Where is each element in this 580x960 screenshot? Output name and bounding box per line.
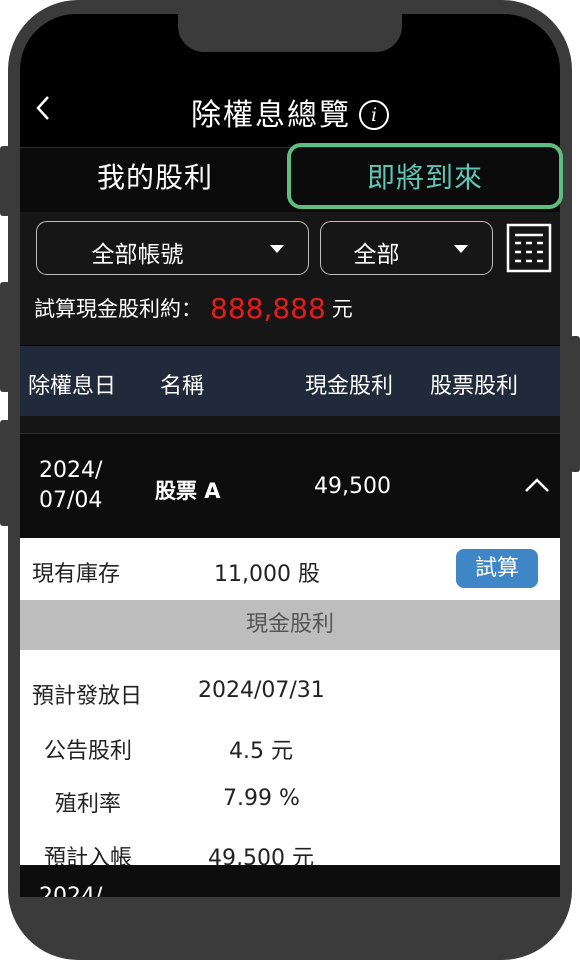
highlight-box <box>287 143 563 209</box>
notch <box>178 14 402 52</box>
detail-value-yield: 7.99 % <box>223 786 300 811</box>
estimate-label: 試算現金股利約： <box>34 297 202 321</box>
tab-my-dividends[interactable]: 我的股利 <box>20 148 290 212</box>
account-select[interactable]: 全部帳號 <box>36 221 309 275</box>
column-header-name: 名稱 <box>160 374 205 399</box>
page-title: 除權息總覽 i <box>20 90 560 134</box>
row-cash-dividend: 49,500 <box>314 474 391 499</box>
type-select[interactable]: 全部 <box>320 221 493 275</box>
page-title-text: 除權息總覽 <box>191 98 351 133</box>
side-button <box>0 146 10 216</box>
detail-label-yield: 殖利率 <box>55 792 122 817</box>
divider <box>20 416 560 434</box>
row-ex-date: 2024/ <box>39 884 103 897</box>
row-date-line: 07/04 <box>39 488 103 513</box>
title-bar: 除權息總覽 i <box>20 84 560 134</box>
calculate-button[interactable]: 試算 <box>456 549 538 588</box>
row-stock-name: 股票 A <box>155 479 221 503</box>
estimate-unit: 元 <box>331 297 353 321</box>
caret-down-icon <box>270 245 284 253</box>
power-button <box>570 336 580 472</box>
holding-value: 11,000 股 <box>214 562 320 587</box>
calculator-icon[interactable] <box>506 223 552 273</box>
table-row[interactable]: 2024/ <box>20 865 560 897</box>
column-header-ex-date: 除權息日 <box>28 374 117 399</box>
table-row[interactable]: 2024/ 07/04 股票 A 49,500 <box>20 434 560 538</box>
row-detail-panel: 現有庫存 11,000 股 試算 現金股利 預計發放日 2024/07/31 公… <box>20 538 560 871</box>
volume-down-button <box>0 420 10 526</box>
row-date-line: 2024/ <box>39 458 103 483</box>
detail-value-announced-dividend: 4.5 元 <box>229 739 293 764</box>
column-header-cash-dividend: 現金股利 <box>305 374 394 399</box>
column-header-stock-dividend: 股票股利 <box>430 374 519 399</box>
chevron-up-icon[interactable] <box>523 474 551 496</box>
row-ex-date: 2024/ 07/04 <box>39 456 102 516</box>
section-title-cash-dividend: 現金股利 <box>20 600 560 650</box>
filter-bar: 全部帳號 全部 試算現金股利約： 888,888 元 <box>20 212 560 345</box>
detail-value-payout-date: 2024/07/31 <box>198 678 325 703</box>
caret-down-icon <box>454 245 468 253</box>
estimate-summary: 試算現金股利約： 888,888 元 <box>34 292 353 325</box>
estimate-amount: 888,888 <box>210 292 326 325</box>
account-select-label: 全部帳號 <box>91 242 184 268</box>
volume-up-button <box>0 282 10 392</box>
detail-label-payout-date: 預計發放日 <box>32 684 143 709</box>
table-header: 除權息日 名稱 現金股利 股票股利 <box>20 346 560 416</box>
detail-label-announced-dividend: 公告股利 <box>44 739 133 764</box>
holding-label: 現有庫存 <box>32 562 121 587</box>
info-icon[interactable]: i <box>359 100 389 130</box>
